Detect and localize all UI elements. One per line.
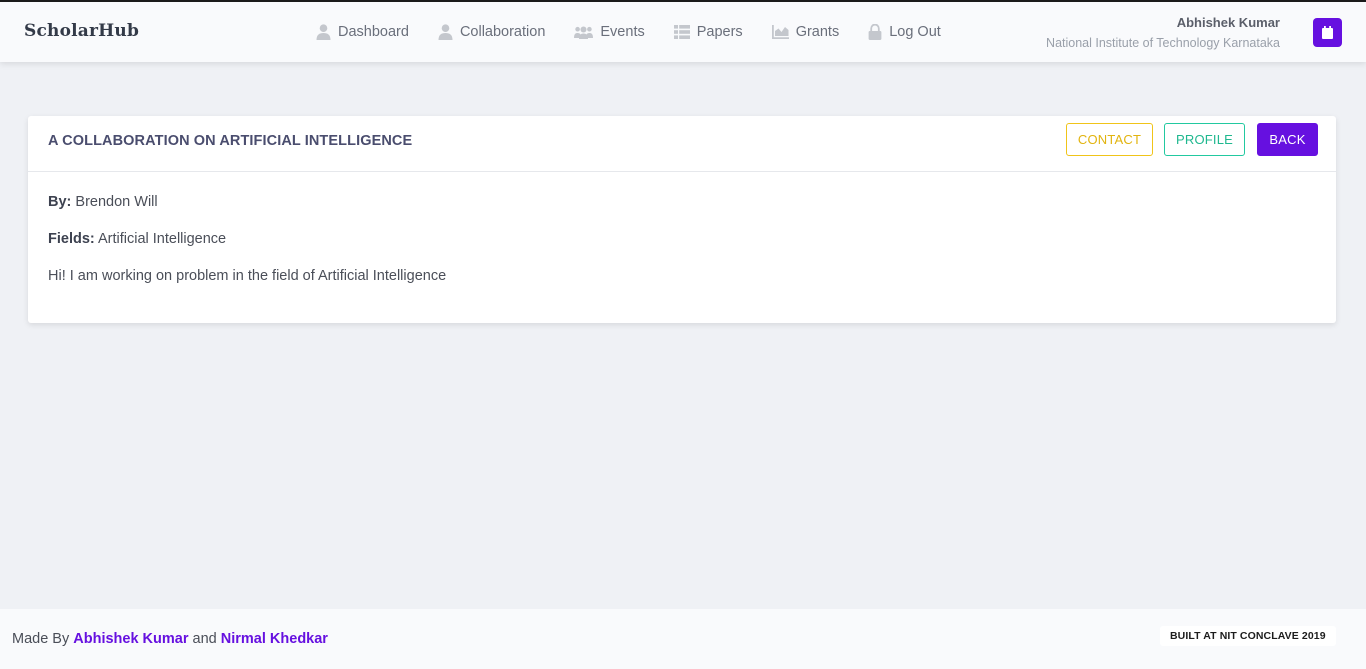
nav-label: Dashboard xyxy=(338,24,409,40)
nav-label: Collaboration xyxy=(459,24,546,40)
collaboration-card: A COLLABORATION ON ARTIFICIAL INTELLIGEN… xyxy=(28,116,1336,323)
fields-label: Fields: xyxy=(48,231,95,247)
chart-icon xyxy=(771,25,789,39)
card-body: By: Brendon Will Fields: Artificial Inte… xyxy=(28,172,1336,327)
fields-line: Fields: Artificial Intelligence xyxy=(48,231,1316,248)
author-label: By: xyxy=(48,194,72,210)
contact-button[interactable]: CONTACT xyxy=(1066,123,1153,156)
card-header: A COLLABORATION ON ARTIFICIAL INTELLIGEN… xyxy=(28,116,1336,172)
users-icon xyxy=(574,26,594,39)
user-icon xyxy=(316,24,331,40)
list-icon xyxy=(673,25,690,39)
footer: Made By Abhishek Kumar and Nirmal Khedka… xyxy=(0,609,1366,669)
calendar-button[interactable] xyxy=(1313,18,1342,47)
and-text: and xyxy=(192,631,217,647)
brand-logo[interactable]: ScholarHub xyxy=(24,21,139,41)
user-name: Abhishek Kumar xyxy=(1176,15,1280,30)
user-institute: National Institute of Technology Karnata… xyxy=(1046,36,1280,50)
description: Hi! I am working on problem in the field… xyxy=(48,268,447,284)
nav-label: Grants xyxy=(795,24,840,40)
nav-item-papers[interactable]: Papers xyxy=(673,24,743,40)
author-line: By: Brendon Will xyxy=(48,194,1316,211)
nav-label: Papers xyxy=(696,24,743,40)
lock-icon xyxy=(868,24,882,40)
nav-item-dashboard[interactable]: Dashboard xyxy=(316,24,409,40)
calendar-icon xyxy=(1322,26,1333,39)
nav-item-logout[interactable]: Log Out xyxy=(868,24,941,40)
nav-item-grants[interactable]: Grants xyxy=(771,24,840,40)
user-icon xyxy=(438,24,453,40)
nav-item-collaboration[interactable]: Collaboration xyxy=(438,24,545,40)
made-by-text: Made By xyxy=(12,631,70,647)
main-nav: Dashboard Collaboration Events Papers Gr… xyxy=(316,2,941,62)
footer-credits: Made By Abhishek Kumar and Nirmal Khedka… xyxy=(12,631,328,647)
profile-button[interactable]: PROFILE xyxy=(1164,123,1245,156)
back-button[interactable]: BACK xyxy=(1257,123,1318,156)
footer-badge: BUILT AT NIT CONCLAVE 2019 xyxy=(1160,626,1336,646)
author-link-2[interactable]: Nirmal Khedkar xyxy=(221,631,328,647)
navbar: ScholarHub Dashboard Collaboration Event… xyxy=(0,2,1366,62)
fields-value: Artificial Intelligence xyxy=(97,231,227,247)
author-link-1[interactable]: Abhishek Kumar xyxy=(73,631,188,647)
card-title: A COLLABORATION ON ARTIFICIAL INTELLIGEN… xyxy=(48,133,413,149)
user-info: Abhishek Kumar National Institute of Tec… xyxy=(1046,15,1280,51)
nav-label: Events xyxy=(600,24,645,40)
nav-label: Log Out xyxy=(889,24,941,40)
author-value: Brendon Will xyxy=(75,194,158,210)
nav-item-events[interactable]: Events xyxy=(574,24,645,40)
